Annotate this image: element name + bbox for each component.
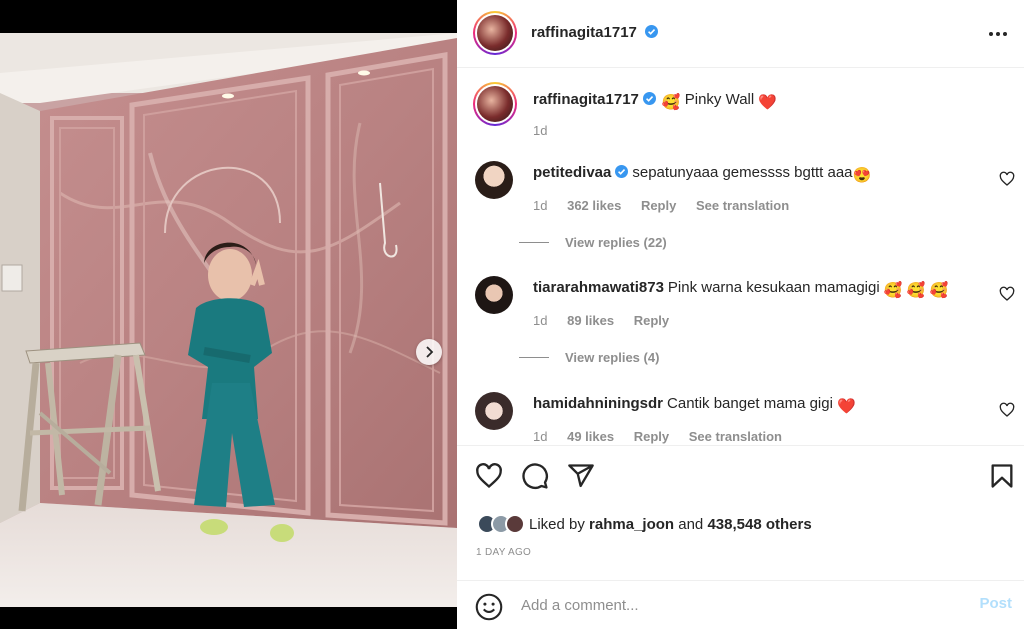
caption-avatar[interactable] <box>473 82 517 126</box>
view-replies-button[interactable]: View replies (22) <box>519 235 667 250</box>
post-panel: raffinagita1717 raffinagita1717 🥰 Pinky W… <box>457 0 1024 629</box>
liker-avatar[interactable] <box>505 514 525 534</box>
verified-icon <box>645 25 659 38</box>
next-photo-button[interactable] <box>416 339 442 365</box>
comment-age: 1d <box>533 313 548 328</box>
post-photo <box>0 33 457 607</box>
comment-username[interactable]: tiararahmawati873 <box>533 279 664 296</box>
caption-emoji: 🥰 <box>661 94 681 111</box>
likes-prefix: Liked by <box>529 515 585 533</box>
comment-text: Pink warna kesukaan mamagigi <box>667 279 880 296</box>
comment-age: 1d <box>533 429 548 444</box>
more-options-button[interactable] <box>986 22 1010 46</box>
comment-username[interactable]: petitedivaa <box>533 164 611 181</box>
comment-icon[interactable] <box>521 462 549 490</box>
post-button[interactable]: Post <box>979 595 1012 612</box>
verified-icon <box>615 165 629 178</box>
post-actions: Liked by rahma_joon and 438,548 others 1… <box>457 445 1024 580</box>
view-replies-label: View replies (22) <box>565 235 667 250</box>
caption-heart: ❤️ <box>758 94 778 111</box>
commenter-avatar[interactable] <box>475 392 513 430</box>
emoji-icon[interactable] <box>475 593 503 621</box>
verified-icon <box>642 92 656 105</box>
post-timestamp[interactable]: 1 DAY AGO <box>476 547 531 558</box>
like-heart-icon[interactable] <box>475 462 503 490</box>
share-icon[interactable] <box>567 462 595 490</box>
view-replies-label: View replies (4) <box>565 350 660 365</box>
more-icon <box>989 32 1007 36</box>
likes-middle: and <box>678 515 704 533</box>
comment-item: tiararahmawati873 Pink warna kesukaan mam… <box>475 276 1015 336</box>
comment-input[interactable] <box>521 591 961 619</box>
post-header: raffinagita1717 <box>457 0 1024 68</box>
comment-emoji: 😍 <box>852 167 872 184</box>
commenter-avatar[interactable] <box>475 161 513 199</box>
bookmark-icon[interactable] <box>988 462 1016 490</box>
comment-age: 1d <box>533 198 548 213</box>
heart-icon[interactable] <box>999 402 1015 418</box>
comment-text: sepatunyaaa gemessss bgttt aaa <box>632 164 853 181</box>
comment-item: hamidahniningsdr Cantik banget mama gigi … <box>475 392 1015 445</box>
comment-reply-button[interactable]: Reply <box>634 429 669 444</box>
comment-reply-button[interactable]: Reply <box>641 198 676 213</box>
heart-icon[interactable] <box>999 171 1015 187</box>
comment-likes[interactable]: 362 likes <box>567 198 621 213</box>
likes-count[interactable]: 438,548 others <box>707 516 811 533</box>
caption-row: raffinagita1717 🥰 Pinky Wall ❤️ 1d <box>473 82 1015 143</box>
caption-age: 1d <box>533 123 548 138</box>
comment-likes[interactable]: 49 likes <box>567 429 614 444</box>
comment-reply-button[interactable]: Reply <box>634 313 669 328</box>
view-replies-button[interactable]: View replies (4) <box>519 350 659 365</box>
pink-wall-photo <box>0 33 457 607</box>
chevron-right-icon <box>426 346 434 358</box>
commenter-avatar[interactable] <box>475 276 513 314</box>
author-avatar[interactable] <box>473 11 517 55</box>
comments-list[interactable]: raffinagita1717 🥰 Pinky Wall ❤️ 1d petite… <box>457 69 1024 445</box>
see-translation-button[interactable]: See translation <box>696 198 789 213</box>
comment-emoji: 🥰 🥰 🥰 <box>883 282 949 299</box>
caption-text: Pinky Wall <box>684 91 755 108</box>
likes-user[interactable]: rahma_joon <box>589 516 674 533</box>
comment-item: petitedivaa sepatunyaaa gemessss bgttt aa… <box>475 161 1015 221</box>
comment-username[interactable]: hamidahniningsdr <box>533 395 663 412</box>
comment-text: Cantik banget mama gigi <box>667 395 833 412</box>
likes-summary: Liked by rahma_joon and 438,548 others <box>477 512 812 536</box>
see-translation-button[interactable]: See translation <box>689 429 782 444</box>
caption-username[interactable]: raffinagita1717 <box>533 91 639 108</box>
heart-icon[interactable] <box>999 286 1015 302</box>
comment-likes[interactable]: 89 likes <box>567 313 614 328</box>
author-username[interactable]: raffinagita1717 <box>531 24 637 41</box>
comment-composer: Post <box>457 580 1024 629</box>
comment-emoji: ❤️ <box>837 398 856 415</box>
